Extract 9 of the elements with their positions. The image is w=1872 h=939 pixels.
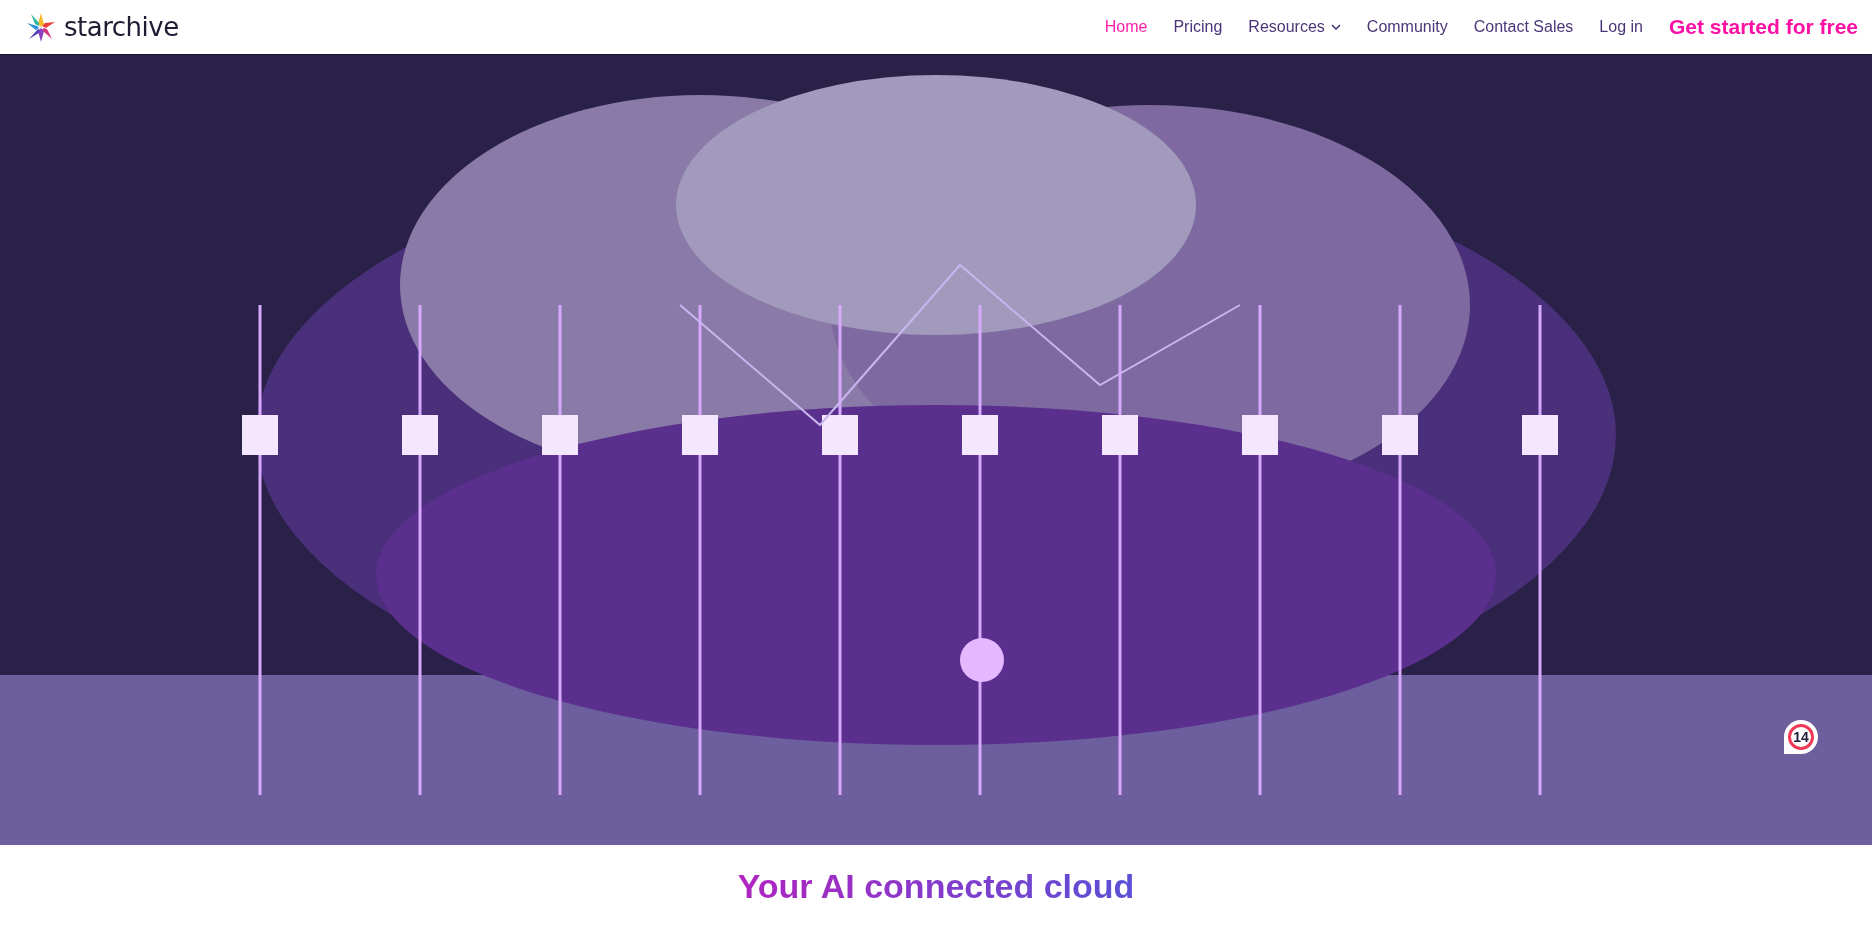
get-started-link[interactable]: Get started for free bbox=[1668, 15, 1858, 39]
nav-link[interactable]: Pricing bbox=[1173, 18, 1223, 36]
caret-icon bbox=[1330, 24, 1341, 30]
nav-dropdown[interactable]: Resources bbox=[1248, 18, 1341, 36]
nav-link[interactable]: Home bbox=[1104, 18, 1148, 36]
nav-link[interactable]: Log in bbox=[1599, 18, 1643, 36]
brand-name: starchive bbox=[64, 12, 179, 42]
nav-link[interactable]: Community bbox=[1366, 18, 1448, 36]
nav-link[interactable]: Contact Sales bbox=[1473, 18, 1574, 36]
